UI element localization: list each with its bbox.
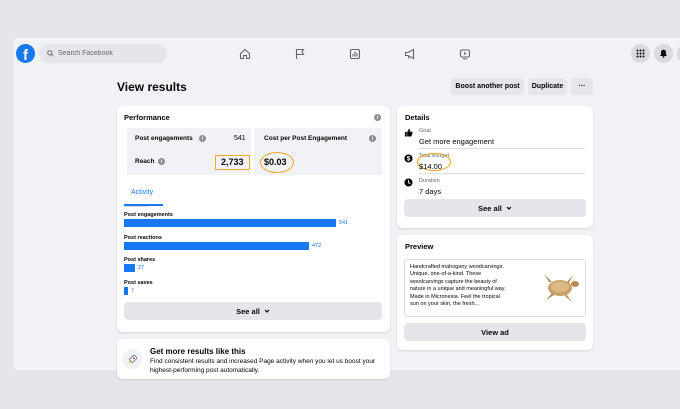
duration-label: Duration — [419, 178, 440, 184]
bar-label: Post saves — [124, 279, 153, 286]
tab-activity[interactable]: Activity — [131, 189, 153, 196]
goal-label: Goal — [419, 128, 431, 134]
duplicate-button[interactable]: Duplicate — [528, 78, 567, 95]
details-card: Details Goal Get more engagement $ Total… — [397, 106, 593, 228]
money-icon: $ — [404, 154, 413, 163]
reach-label: Reach — [135, 158, 155, 165]
total-budget-value: $14.00 — [419, 162, 442, 171]
bar-value: 541 — [339, 220, 349, 226]
chevron-down-icon — [264, 309, 270, 313]
menu-grid-icon[interactable] — [631, 44, 650, 63]
details-see-all-button[interactable]: See all — [404, 199, 586, 217]
bar-value: 472 — [312, 242, 322, 249]
video-icon[interactable] — [458, 47, 472, 61]
promo-card: Get more results like this Find consiste… — [117, 339, 390, 379]
bar-value: 7 — [131, 287, 135, 294]
preview-card: Preview Handcrafted mahogany woodcarving… — [397, 235, 593, 350]
ad-preview[interactable]: Handcrafted mahogany woodcarvings. Uniqu… — [404, 259, 586, 317]
megaphone-icon[interactable] — [403, 47, 417, 61]
home-icon[interactable] — [238, 47, 252, 61]
details-divider-2 — [419, 173, 585, 174]
notifications-bell-icon[interactable] — [654, 44, 673, 63]
view-ad-button[interactable]: View ad — [404, 323, 586, 341]
reach-info-icon[interactable]: i — [158, 158, 165, 165]
search-icon — [47, 50, 54, 57]
promo-text: Find consistent results and increased Pa… — [150, 358, 376, 374]
facebook-logo[interactable]: f — [16, 44, 35, 63]
bar-fill — [124, 219, 336, 227]
performance-title: Performance — [124, 113, 170, 122]
cost-per-engagement-info-icon[interactable]: i — [369, 135, 376, 142]
cost-per-engagement-value: $0.03 — [264, 157, 287, 167]
clock-icon — [404, 178, 413, 187]
chevron-down-icon — [506, 206, 512, 210]
bar-fill — [124, 286, 128, 295]
flag-icon[interactable] — [293, 47, 307, 61]
post-engagements-info-icon[interactable]: i — [199, 135, 206, 142]
tab-divider — [124, 206, 149, 207]
reach-value: 2,733 — [221, 157, 244, 167]
insights-icon[interactable] — [348, 47, 362, 61]
post-engagements-label: Post engagements — [135, 135, 193, 142]
promo-title: Get more results like this — [150, 347, 246, 356]
search-bar[interactable] — [39, 44, 167, 63]
page-title: View results — [117, 80, 187, 94]
bar-label: Post shares — [124, 257, 156, 263]
ad-preview-text: Handcrafted mahogany woodcarvings. Uniqu… — [410, 264, 506, 308]
facebook-logo-letter: f — [23, 47, 28, 63]
search-input[interactable] — [58, 50, 158, 57]
bar-label: Post engagements — [124, 212, 173, 218]
duration-value: 7 days — [419, 187, 442, 196]
performance-info-icon[interactable]: i — [374, 114, 381, 121]
preview-title: Preview — [405, 242, 434, 251]
more-options-button[interactable]: ··· — [571, 78, 593, 95]
goal-value: Get more engagement — [419, 137, 495, 146]
bar-label: Post reactions — [124, 234, 162, 241]
thumbs-up-icon — [404, 128, 413, 137]
rocket-icon — [122, 349, 142, 369]
details-see-all-label: See all — [478, 203, 502, 213]
bar-fill — [124, 264, 135, 272]
post-engagements-value: 541 — [234, 135, 246, 142]
performance-card: Performance i Post engagements i 541 Cos… — [117, 106, 390, 332]
svg-text:$: $ — [407, 156, 411, 163]
bar-fill — [124, 241, 309, 250]
bar-value: 27 — [138, 265, 145, 271]
top-navigation-bar: f — [14, 38, 680, 70]
boost-another-post-button[interactable]: Boost another post — [451, 78, 524, 95]
performance-see-all-button[interactable]: See all — [124, 302, 382, 320]
cost-per-engagement-label: Cost per Post Engagement — [264, 135, 348, 142]
details-title: Details — [405, 113, 430, 122]
turtle-carving-image — [544, 274, 579, 302]
details-divider-1 — [419, 148, 585, 149]
performance-see-all-label: See all — [236, 306, 260, 316]
